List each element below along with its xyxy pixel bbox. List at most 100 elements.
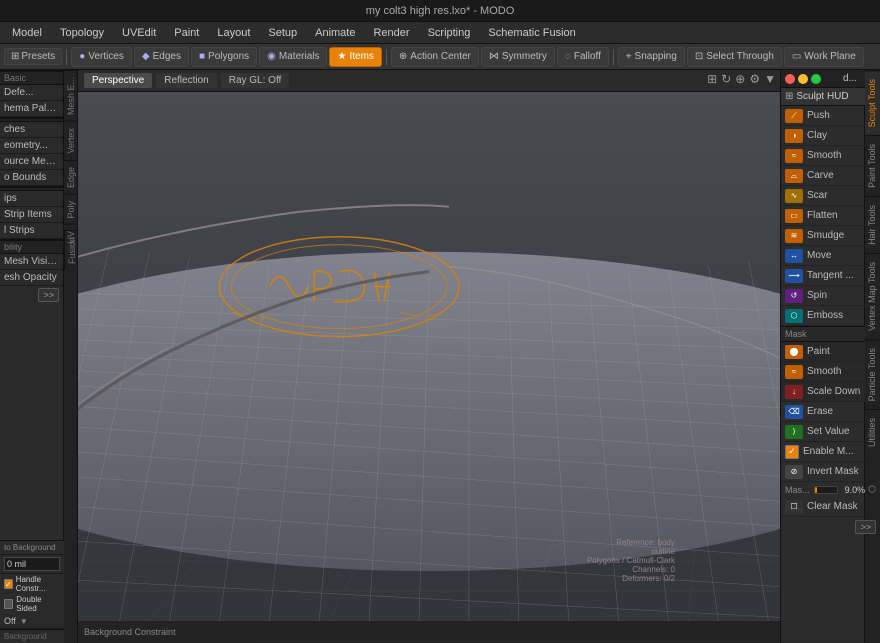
window-close-button[interactable] [785,74,795,84]
tool-mask-scale-down-label: Scale Down [807,386,864,397]
viewport-tab-reflection[interactable]: Reflection [156,73,216,88]
tool-carve[interactable]: ⌓ Carve [781,166,864,186]
hair-tools-tab[interactable]: Hair Tools [865,196,880,253]
toolbar: ⊞ Presets ● Vertices ◆ Edges ■ Polygons … [0,44,880,70]
tool-snapping[interactable]: ⌖ Snapping [618,47,685,67]
left-item-defe[interactable]: Defe... [0,85,63,101]
left-item-geometry[interactable]: eometry... [0,138,63,154]
tool-clay[interactable]: ◑ Clay [781,126,864,146]
left-item-strips[interactable]: l Strips [0,223,63,239]
window-minimize-button[interactable] [798,74,808,84]
mask-slider-track[interactable] [814,486,838,494]
viewport-icon-zoom[interactable]: ⊕ [735,72,745,86]
background-input[interactable] [4,557,60,571]
poly-tab[interactable]: Poly [64,194,77,225]
viewport[interactable]: Perspective Reflection Ray GL: Off ⊞ ↻ ⊕… [78,70,780,643]
left-item-bounds[interactable]: o Bounds [0,170,63,186]
left-item-mesh-vis[interactable]: Mesh Visibility [0,254,63,270]
viewport-icon-rotate[interactable]: ↻ [721,72,731,86]
tool-smudge[interactable]: ≋ Smudge [781,226,864,246]
tool-push-label: Push [807,110,864,121]
vertex-tab[interactable]: Vertex [64,121,77,160]
tool-falloff[interactable]: ◌ Falloff [557,47,609,67]
menu-item-topology[interactable]: Topology [52,25,112,41]
window-maximize-button[interactable] [811,74,821,84]
paint-tools-tab[interactable]: Paint Tools [865,135,880,196]
presets-button[interactable]: ⊞ Presets [4,48,62,65]
tool-materials[interactable]: ◉ Materials [259,47,327,67]
viewport-icon-grid[interactable]: ⊞ [707,72,717,86]
polygons-icon: ■ [199,51,205,62]
viewport-tab-perspective[interactable]: Perspective [84,73,152,88]
tool-action-center[interactable]: ⊕ Action Center [391,47,479,67]
off-label: Off [4,616,16,626]
double-sided-row[interactable]: Double Sided [0,594,64,614]
tool-window-title: d... [824,73,864,84]
enable-mask-checkbox[interactable]: ✓ [785,445,799,459]
tool-flatten[interactable]: ▭ Flatten [781,206,864,226]
sculpt-tools-tab[interactable]: Sculpt Tools [865,70,880,135]
viewport-bottom-text: Background Constraint [84,627,176,637]
left-item-schema[interactable]: hema Palette [0,101,63,117]
menu-item-animate[interactable]: Animate [307,25,363,41]
tool-clear-mask[interactable]: ☐ Clear Mask [781,497,864,517]
tool-spin-label: Spin [807,290,864,301]
items-icon: ★ [337,51,346,62]
tool-mask-scale-down[interactable]: ↓ Scale Down [781,382,864,402]
viewport-tab-raygl[interactable]: Ray GL: Off [221,73,290,88]
expand-button[interactable]: >> [38,288,59,302]
menu-item-render[interactable]: Render [365,25,417,41]
input-row [0,555,64,574]
dropdown-arrow[interactable]: ▼ [20,617,28,626]
tool-emboss[interactable]: ⬡ Emboss [781,306,864,326]
mask-scale-down-icon: ↓ [785,385,803,399]
mesh-edge-tab[interactable]: Mesh E... [64,70,77,121]
left-item-ches[interactable]: ches [0,122,63,138]
tool-smooth[interactable]: ≈ Smooth [781,146,864,166]
tool-polygons[interactable]: ■ Polygons [191,47,257,67]
edge-tab[interactable]: Edge [64,160,77,194]
handle-constr-row[interactable]: ✓ Handle Constr... [0,574,64,594]
tool-push[interactable]: ⟋ Push [781,106,864,126]
left-item-ips[interactable]: ips [0,191,63,207]
tool-spin[interactable]: ↺ Spin [781,286,864,306]
menu-item-layout[interactable]: Layout [209,25,258,41]
double-sided-checkbox[interactable] [4,599,13,609]
presets-icon: ⊞ [11,51,19,62]
utilities-tab[interactable]: Utilities [865,409,880,455]
tool-more-button[interactable]: >> [855,520,864,534]
uv-tab[interactable]: UV [64,224,77,250]
tool-erase[interactable]: ⌫ Erase [781,402,864,422]
menu-item-paint[interactable]: Paint [166,25,207,41]
tool-move[interactable]: ↔ Move [781,246,864,266]
tool-scar[interactable]: ∿ Scar [781,186,864,206]
tool-edges[interactable]: ◆ Edges [134,47,189,67]
tool-enable-mask[interactable]: ✓ Enable M... [781,442,864,462]
erase-icon: ⌫ [785,405,803,419]
menu-item-uvedit[interactable]: UVEdit [114,25,164,41]
tool-tangent[interactable]: ⟿ Tangent ... [781,266,864,286]
tool-invert-mask[interactable]: ⊘ Invert Mask [781,462,864,482]
tool-symmetry[interactable]: ⋈ Symmetry [481,47,555,67]
tool-work-plane[interactable]: ▭ Work Plane [784,47,864,67]
menu-item-schematic[interactable]: Schematic Fusion [480,25,583,41]
viewport-icon-menu[interactable]: ▼ [764,72,776,86]
tool-mask-paint[interactable]: ⬤ Paint [781,342,864,362]
left-item-source-meshes[interactable]: ource Meshes [0,154,63,170]
tool-clay-label: Clay [807,130,864,141]
handle-constr-checkbox[interactable]: ✓ [4,579,13,589]
vertex-map-tools-tab[interactable]: Vertex Map Tools [865,253,880,339]
menu-item-scripting[interactable]: Scripting [420,25,479,41]
viewport-icon-settings[interactable]: ⚙ [749,72,760,86]
tool-vertices[interactable]: ● Vertices [71,47,132,67]
tool-set-value[interactable]: ⟩ Set Value [781,422,864,442]
tool-mask-smooth[interactable]: ≈ Smooth [781,362,864,382]
left-item-mesh-opacity[interactable]: esh Opacity [0,270,63,286]
menu-item-model[interactable]: Model [4,25,50,41]
mask-section-label: Mask [781,326,864,342]
tool-items[interactable]: ★ Items [329,47,381,67]
left-item-strip-items[interactable]: Strip Items [0,207,63,223]
tool-select-through[interactable]: ⊡ Select Through [687,47,782,67]
particle-tools-tab[interactable]: Particle Tools [865,339,880,409]
menu-item-setup[interactable]: Setup [260,25,305,41]
